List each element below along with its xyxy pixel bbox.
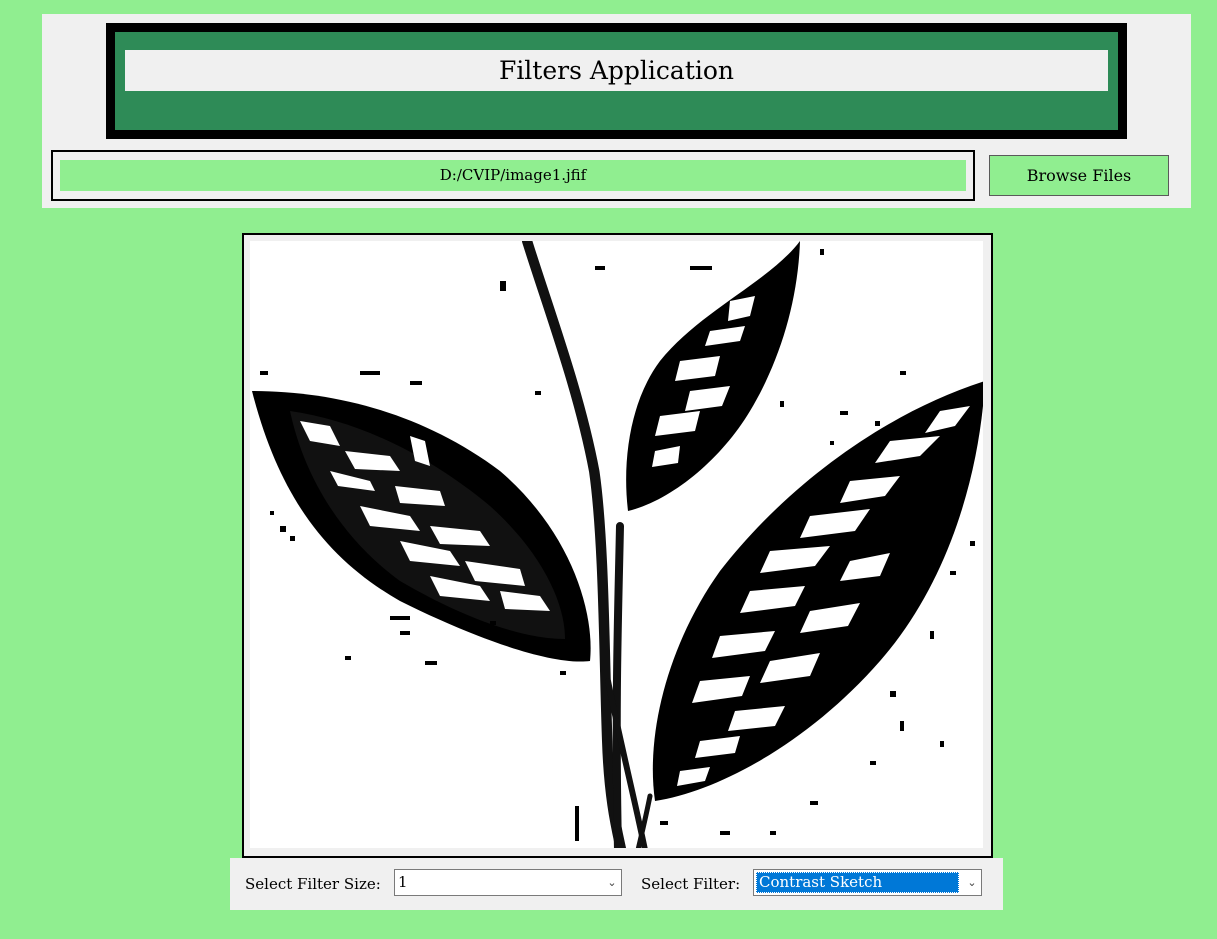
controls-panel: Select Filter Size: 1 ⌄ Select Filter: C… [230, 858, 1003, 910]
browse-files-button[interactable]: Browse Files [989, 155, 1169, 196]
filter-label: Select Filter: [641, 875, 741, 893]
filter-size-select[interactable]: 1 ⌄ [394, 869, 622, 896]
header-panel: Filters Application D:/CVIP/image1.jfif … [42, 14, 1191, 208]
filter-value: Contrast Sketch [756, 872, 959, 893]
filter-size-value: 1 [398, 873, 408, 891]
file-path-frame: D:/CVIP/image1.jfif [51, 150, 975, 201]
leaf-sketch-image [250, 241, 983, 848]
title-frame: Filters Application [106, 23, 1127, 139]
filter-size-label: Select Filter Size: [245, 875, 381, 893]
file-path-label: D:/CVIP/image1.jfif [60, 160, 966, 191]
filtered-image [250, 241, 983, 848]
title-band: Filters Application [115, 32, 1118, 130]
image-preview-frame [242, 233, 993, 858]
chevron-down-icon[interactable]: ⌄ [603, 870, 621, 895]
app-title: Filters Application [125, 50, 1108, 91]
filter-select[interactable]: Contrast Sketch ⌄ [753, 869, 982, 896]
chevron-down-icon[interactable]: ⌄ [963, 870, 981, 895]
